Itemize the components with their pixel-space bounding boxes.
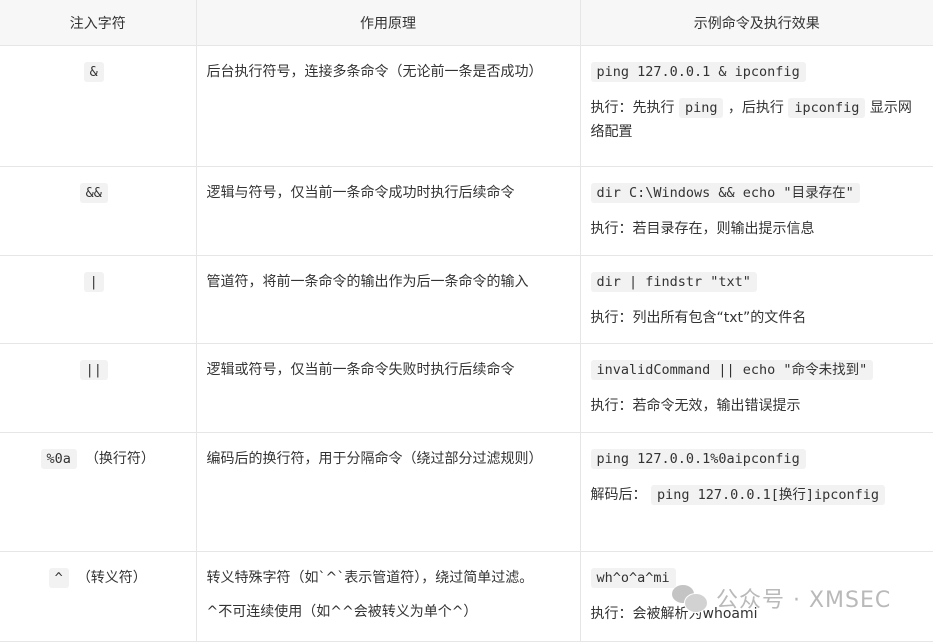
example-cell: ping 127.0.0.1%0aipconfig 解码后： ping 127.0… xyxy=(580,432,933,552)
symbol-cell: & xyxy=(0,45,197,167)
principle-text: 逻辑或符号，仅当前一条命令失败时执行后续命令 xyxy=(206,362,515,378)
result-text: 解码后： ping 127.0.0.1[换行]ipconfig xyxy=(591,483,924,507)
symbol-cell: | xyxy=(0,255,197,344)
principle-text: 逻辑与符号，仅当前一条命令成功时执行后续命令 xyxy=(206,185,515,201)
wechat-icon xyxy=(672,583,708,613)
example-cell: dir C:\Windows && echo "目录存在" 执行：若目录存在，则输… xyxy=(580,166,933,256)
result-text: 执行：若目录存在，则输出提示信息 xyxy=(591,217,924,241)
principle-cell: 编码后的换行符，用于分隔命令（绕过部分过滤规则） xyxy=(196,432,581,552)
principle-cell: 转义特殊字符（如`^`表示管道符），绕过简单过滤。 ^不可连续使用（如^^会被转义… xyxy=(196,551,581,642)
table-row: || 逻辑或符号，仅当前一条命令失败时执行后续命令 invalidCommand |… xyxy=(0,343,933,433)
result-fragment: ，后执行 xyxy=(723,100,789,116)
watermark-text: 公众号 · XMSEC xyxy=(716,588,892,613)
result-text: 执行：列出所有包含“txt”的文件名 xyxy=(591,306,924,330)
table-row: && 逻辑与符号，仅当前一条命令成功时执行后续命令 dir C:\Windows &… xyxy=(0,166,933,256)
symbol-code: && xyxy=(79,183,108,203)
result-text: 执行：先执行 ping ，后执行 ipconfig 显示网络配置 xyxy=(591,96,924,144)
principle-cell: 逻辑或符号，仅当前一条命令失败时执行后续命令 xyxy=(196,343,581,433)
principle-cell: 后台执行符号，连接多条命令（无论前一条是否成功） xyxy=(196,45,581,167)
symbol-code: ^ xyxy=(48,568,69,588)
example-code: dir C:\Windows && echo "目录存在" xyxy=(590,183,860,203)
example-code: wh^o^a^mi xyxy=(590,568,676,588)
header-example: 示例命令及执行效果 xyxy=(580,0,933,46)
principle-text: 管道符，将前一条命令的输出作为后一条命令的输入 xyxy=(206,274,529,290)
principle-text: 编码后的换行符，用于分隔命令（绕过部分过滤规则） xyxy=(206,451,543,467)
symbol-cell: ^ （转义符） xyxy=(0,551,197,642)
result-fragment: 执行：若命令无效，输出错误提示 xyxy=(590,398,801,414)
header-symbol: 注入字符 xyxy=(0,0,197,46)
example-code: invalidCommand || echo "命令未找到" xyxy=(590,360,874,380)
example-cell: dir | findstr "txt" 执行：列出所有包含“txt”的文件名 xyxy=(580,255,933,344)
table-row: | 管道符，将前一条命令的输出作为后一条命令的输入 dir | findstr "t… xyxy=(0,255,933,344)
example-code: dir | findstr "txt" xyxy=(590,272,757,292)
result-fragment: 解码后： xyxy=(590,487,651,503)
header-principle: 作用原理 xyxy=(196,0,581,46)
principle-note: ^不可连续使用（如^^会被转义为单个^） xyxy=(206,604,478,620)
result-code: ipconfig xyxy=(788,98,866,118)
result-fragment: 执行：若目录存在，则输出提示信息 xyxy=(590,221,815,237)
result-fragment: 执行：列出所有包含“txt”的文件名 xyxy=(590,310,807,326)
principle-cell: 管道符，将前一条命令的输出作为后一条命令的输入 xyxy=(196,255,581,344)
table-header-row: 注入字符 作用原理 示例命令及执行效果 xyxy=(0,0,933,46)
example-code: ping 127.0.0.1%0aipconfig xyxy=(590,449,806,469)
injection-table: 注入字符 作用原理 示例命令及执行效果 & 后台执行符号，连接多条命令（无论前一条… xyxy=(0,0,933,642)
symbol-code: %0a xyxy=(40,449,77,469)
result-fragment: 执行：先执行 xyxy=(590,100,679,116)
symbol-cell: || xyxy=(0,343,197,433)
principle-cell: 逻辑与符号，仅当前一条命令成功时执行后续命令 xyxy=(196,166,581,256)
symbol-note: （转义符） xyxy=(76,570,147,586)
watermark: 公众号 · XMSEC xyxy=(672,582,891,614)
symbol-code: & xyxy=(83,62,104,82)
result-text: 执行：若命令无效，输出错误提示 xyxy=(591,394,924,418)
symbol-cell: %0a （换行符） xyxy=(0,432,197,552)
table-row: %0a （换行符） 编码后的换行符，用于分隔命令（绕过部分过滤规则） ping 127… xyxy=(0,432,933,552)
principle-text: 后台执行符号，连接多条命令（无论前一条是否成功） xyxy=(206,64,543,80)
symbol-cell: && xyxy=(0,166,197,256)
example-cell: ping 127.0.0.1 & ipconfig 执行：先执行 ping ，后执… xyxy=(580,45,933,167)
symbol-code: | xyxy=(83,272,104,292)
example-cell: invalidCommand || echo "命令未找到" 执行：若命令无效，输… xyxy=(580,343,933,433)
result-code: ping 127.0.0.1[换行]ipconfig xyxy=(650,485,886,505)
result-code: ping xyxy=(678,98,724,118)
principle-text: 转义特殊字符（如`^`表示管道符），绕过简单过滤。 xyxy=(206,570,534,586)
symbol-note: （换行符） xyxy=(84,451,155,467)
table-row: & 后台执行符号，连接多条命令（无论前一条是否成功） ping 127.0.0.1 … xyxy=(0,45,933,167)
symbol-code: || xyxy=(79,360,108,380)
example-code: ping 127.0.0.1 & ipconfig xyxy=(590,62,806,82)
